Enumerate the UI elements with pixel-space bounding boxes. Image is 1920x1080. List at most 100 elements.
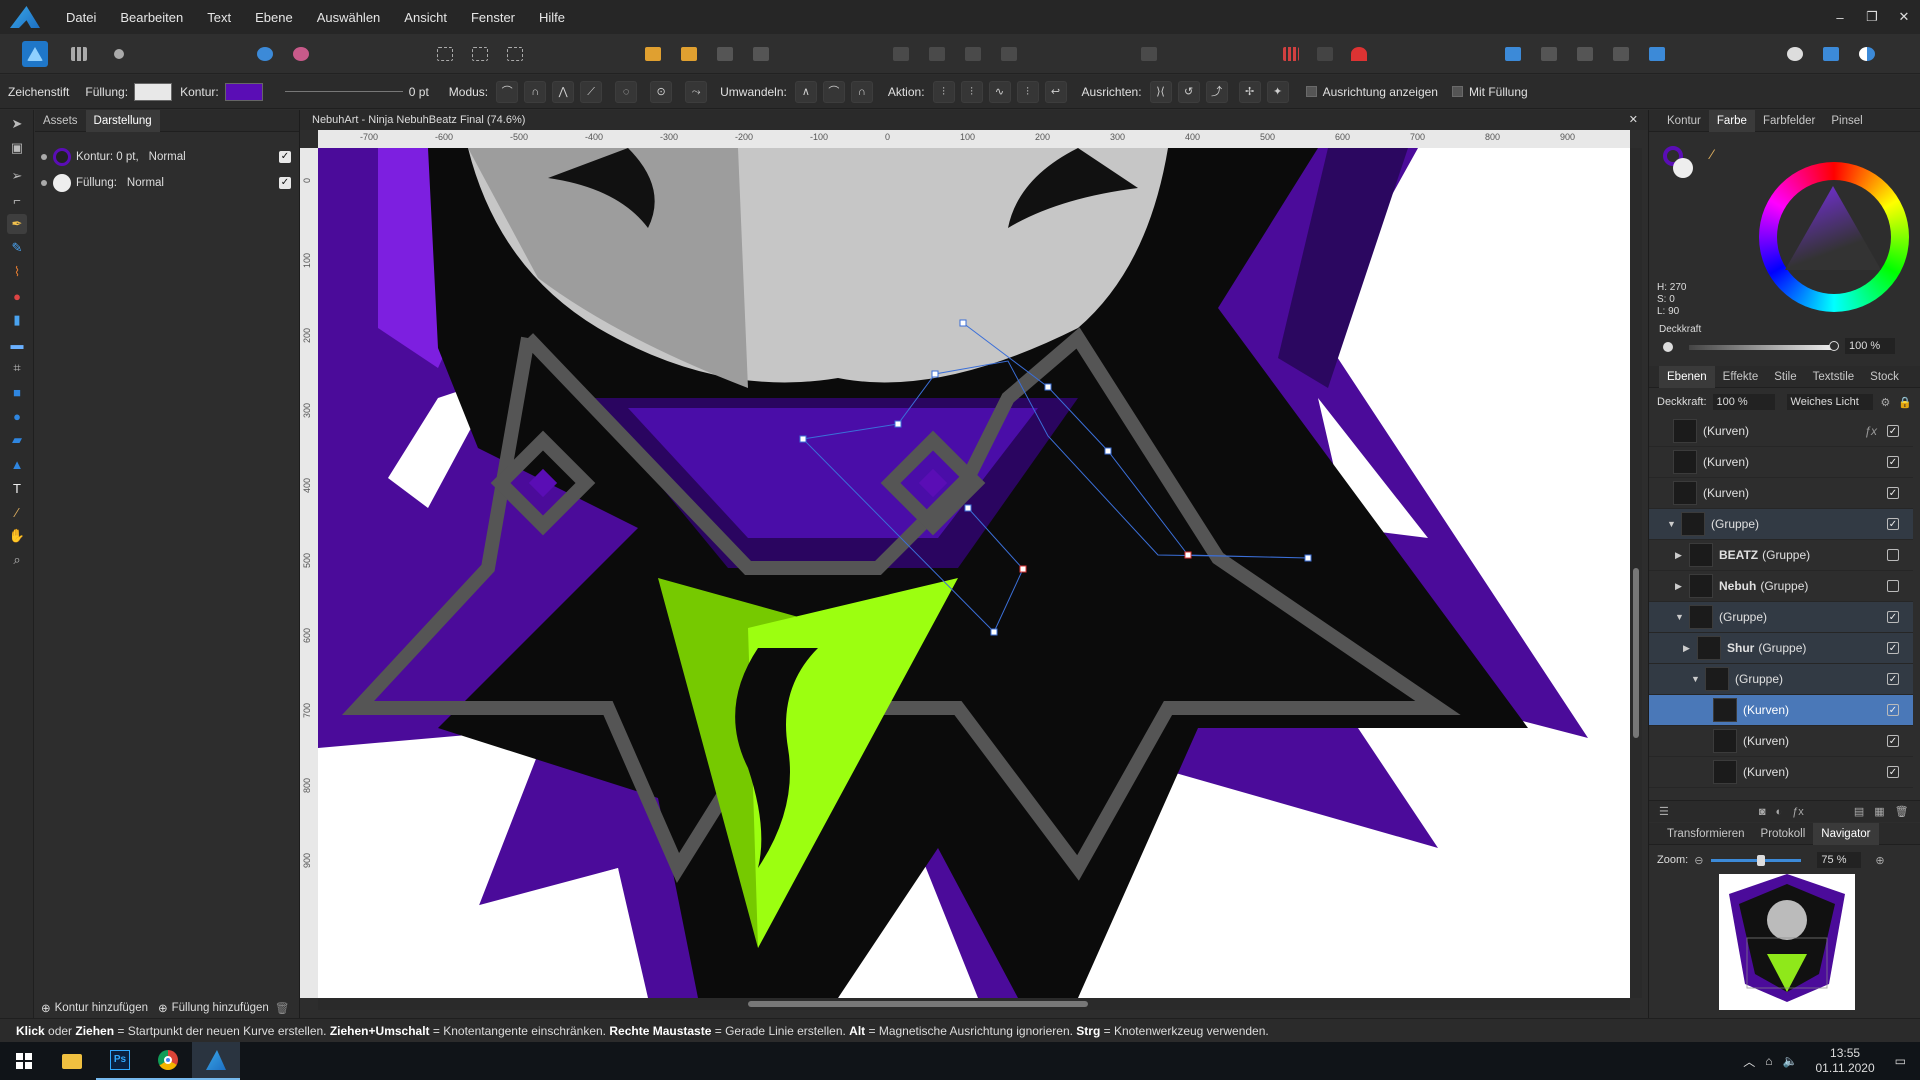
tab-effekte[interactable]: Effekte [1715, 366, 1767, 388]
place-image-icon[interactable]: ▬ [7, 334, 27, 354]
navigator-preview[interactable] [1719, 874, 1855, 1010]
rubber-band-icon[interactable]: ◌ [615, 80, 638, 103]
layer-row[interactable]: (Kurven) ✓ [1649, 478, 1913, 509]
path-node[interactable] [1104, 447, 1112, 455]
fill-swatch[interactable] [134, 82, 173, 101]
fill-row[interactable]: Füllung: Normal ✓ [41, 172, 291, 194]
layer-visibility-checkbox[interactable]: ✓ [1887, 704, 1899, 716]
align-nodes-icon[interactable]: ⟩⟨ [1149, 80, 1172, 103]
layer-settings-icon[interactable]: ⚙ [1881, 396, 1891, 409]
notifications-icon[interactable]: ▭ [1895, 1054, 1906, 1068]
fill-color-circle[interactable] [1673, 158, 1693, 178]
hand-tool-icon[interactable]: ✋ [7, 526, 27, 546]
stroke-width-slider[interactable] [284, 91, 403, 92]
opacity-slider[interactable] [1689, 345, 1833, 350]
canvas[interactable] [318, 148, 1630, 998]
add-stroke-button[interactable]: Kontur hinzufügen [55, 1002, 148, 1014]
delete-layer-icon[interactable]: 🗑 [1895, 805, 1909, 818]
break-curve-icon[interactable]: ⫶ [932, 80, 955, 103]
menu-bearbeiten[interactable]: Bearbeiten [108, 10, 195, 25]
artboard-tool-icon[interactable]: ▣ [7, 138, 27, 158]
convert-smart-icon[interactable]: ∩ [850, 80, 873, 103]
zoom-out-icon[interactable]: ⊖ [1694, 854, 1703, 867]
path-node[interactable] [1304, 554, 1312, 562]
triangle-tool-icon[interactable]: ▲ [7, 454, 27, 474]
tab-darstellung[interactable]: Darstellung [85, 109, 160, 132]
show-handles-icon[interactable]: ⤳ [685, 80, 708, 103]
tab-stile[interactable]: Stile [1766, 366, 1804, 388]
pixel-persona-button[interactable] [66, 41, 92, 67]
join-curves-icon[interactable]: ⫶ [1016, 80, 1039, 103]
layer-visibility-checkbox[interactable]: ✓ [1887, 456, 1899, 468]
pen-tool-icon[interactable]: ✒ [7, 214, 27, 234]
boolean-divide-icon[interactable] [1644, 41, 1670, 67]
align-right-icon[interactable] [960, 41, 986, 67]
tab-stock[interactable]: Stock [1862, 366, 1907, 388]
rotate-icon[interactable] [1136, 41, 1162, 67]
menu-text[interactable]: Text [195, 10, 243, 25]
tab-pinsel[interactable]: Pinsel [1823, 110, 1870, 132]
layer-row[interactable]: ▶ Shur (Gruppe) ✓ [1649, 633, 1913, 664]
menu-hilfe[interactable]: Hilfe [527, 10, 577, 25]
show-alignment-checkbox[interactable] [1305, 86, 1317, 97]
eyedropper-icon[interactable]: ⁄ [1711, 146, 1713, 162]
path-node[interactable] [959, 319, 967, 327]
smooth-curve-icon[interactable]: ∿ [988, 80, 1011, 103]
designer-persona-button[interactable] [22, 41, 48, 67]
with-fill-checkbox[interactable] [1451, 86, 1463, 97]
fill-blend-mode[interactable]: Normal [127, 177, 164, 189]
menu-datei[interactable]: Datei [54, 10, 108, 25]
clock[interactable]: 13:55 01.11.2020 [1815, 1046, 1874, 1076]
layer-visibility-checkbox[interactable]: ✓ [1887, 425, 1899, 437]
grid-icon[interactable] [1278, 41, 1304, 67]
convert-sharp-icon[interactable]: ∧ [794, 80, 817, 103]
fx-icon[interactable]: ƒx [1792, 806, 1804, 818]
align-handles-icon[interactable]: ↺ [1177, 80, 1200, 103]
opacity-input[interactable]: 100 % [1845, 338, 1895, 354]
snap-transform-icon[interactable] [502, 41, 528, 67]
trash-icon[interactable]: 🗑 [275, 1001, 290, 1015]
ninja-artwork[interactable] [318, 148, 1630, 998]
tab-textstile[interactable]: Textstile [1805, 366, 1863, 388]
restore-button[interactable]: ❐ [1856, 9, 1888, 25]
guides-icon[interactable] [1312, 41, 1338, 67]
share-icon[interactable] [252, 41, 278, 67]
brush-tool-icon[interactable]: ⌇ [7, 262, 27, 282]
align-left-icon[interactable] [888, 41, 914, 67]
arrange-back-icon[interactable] [640, 41, 666, 67]
tab-ebenen[interactable]: Ebenen [1659, 365, 1715, 388]
export-persona-button[interactable] [106, 41, 132, 67]
windows-start-icon[interactable] [0, 1042, 48, 1080]
path-node[interactable] [931, 370, 939, 378]
chevron-right-icon[interactable]: ▶ [1683, 643, 1697, 654]
layer-row[interactable]: ▶ BEATZ (Gruppe) [1649, 540, 1913, 571]
layer-visibility-checkbox[interactable]: ✓ [1887, 766, 1899, 778]
assistant-icon[interactable] [288, 41, 314, 67]
zoom-tool-icon[interactable]: ⌕ [7, 550, 27, 570]
layer-opacity-input[interactable]: 100 % [1712, 394, 1775, 410]
layer-row[interactable]: (Kurven) ✓ [1649, 726, 1913, 757]
transform-nodes-icon[interactable]: ⊙ [650, 80, 673, 103]
vertical-scroll-thumb[interactable] [1633, 568, 1639, 738]
fill-stroke-selector[interactable] [1663, 146, 1695, 178]
rectangle-tool-icon[interactable]: ■ [7, 382, 27, 402]
text-tool-icon[interactable]: T [7, 478, 27, 498]
path-node[interactable] [894, 420, 902, 428]
crop-tool-icon[interactable]: ⌗ [7, 358, 27, 378]
stroke-width-value[interactable]: 0 pt [409, 85, 429, 99]
layer-row[interactable]: ▼ (Gruppe) ✓ [1649, 664, 1913, 695]
move-tool-icon[interactable]: ➤ [7, 114, 27, 134]
layer-visibility-checkbox[interactable]: ✓ [1887, 735, 1899, 747]
lock-icon[interactable]: 🔒 [1898, 396, 1912, 409]
convert-smooth-icon[interactable]: ⌒ [822, 80, 845, 103]
tab-protokoll[interactable]: Protokoll [1753, 823, 1814, 845]
layer-visibility-checkbox[interactable]: ✓ [1887, 673, 1899, 685]
boolean-intersect-icon[interactable] [1572, 41, 1598, 67]
fill-tool-icon[interactable]: ● [7, 286, 27, 306]
snapping-magnet-icon[interactable] [1346, 41, 1372, 67]
node-tool-icon[interactable]: ➢ [7, 166, 27, 186]
layer-visibility-checkbox[interactable] [1887, 580, 1899, 592]
close-window-button[interactable]: ✕ [1888, 9, 1920, 25]
fx-icon[interactable]: ƒx [1864, 424, 1877, 438]
layer-row[interactable]: (Kurven) ✓ [1649, 757, 1913, 788]
